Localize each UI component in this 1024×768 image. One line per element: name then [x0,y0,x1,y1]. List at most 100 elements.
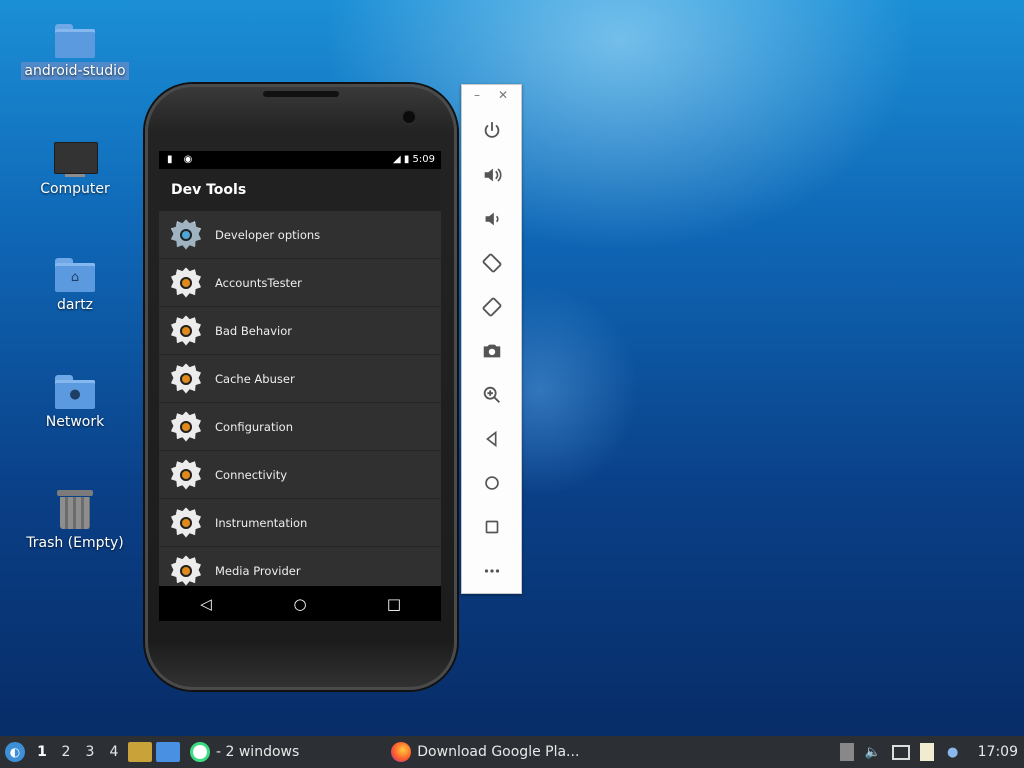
phone-camera [403,111,415,123]
android-status-bar: ▮ ◉ ◢ ▮ 5:09 [159,151,441,169]
status-right: ◢ ▮ 5:09 [392,154,435,165]
android-studio-icon [190,742,210,762]
camera-icon [483,344,500,358]
workspace-3[interactable]: 3 [78,744,102,760]
android-nav-bar: ◁ ○ □ [159,586,441,621]
dev-tool-gear-icon [171,267,201,298]
list-item-label: Configuration [215,419,293,434]
home-folder-icon: ⌂ [55,258,95,292]
list-item-label: Bad Behavior [215,323,292,338]
desktop-icon-trash[interactable]: Trash (Empty) [20,490,130,552]
list-item-label: AccountsTester [215,275,302,290]
list-item-cache-abuser[interactable]: Cache Abuser [159,355,441,403]
dev-tool-gear-icon [171,507,201,538]
zoom-button[interactable] [462,373,521,417]
network-icon[interactable] [891,744,910,760]
dev-tools-list: Developer options AccountsTester Bad Beh… [159,211,441,595]
desktop-icon-label: dartz [56,297,94,313]
workspace-2[interactable]: 2 [54,744,78,760]
taskbar: ◐ 1 2 3 4 - 2 windows Download Google Pl… [0,736,1024,768]
list-item-label: Developer options [215,227,321,242]
desktop-icon-label: Computer [40,181,110,197]
desktop-icon-label: Network [45,414,105,430]
notes-icon[interactable] [919,743,934,761]
dev-tool-gear-icon [171,459,201,490]
rotate-left-icon [482,253,501,273]
home-button[interactable] [462,461,521,505]
nav-home-icon[interactable]: ○ [280,595,320,613]
dev-tool-gear-icon [171,411,201,442]
list-item-configuration[interactable]: Configuration [159,403,441,451]
desktop-icon-label: android-studio [21,62,129,80]
firefox-icon [391,742,412,762]
desktop-icon-label: Trash (Empty) [26,535,124,551]
list-item-connectivity[interactable]: Connectivity [159,451,441,499]
rotate-right-button[interactable] [462,285,521,329]
emulator-toolbar: – ✕ [461,84,522,594]
list-item-label: Cache Abuser [215,371,295,386]
back-button[interactable] [462,417,521,461]
volume-up-button[interactable] [462,153,521,197]
workspace-1[interactable]: 1 [30,744,54,760]
volume-icon[interactable]: 🔈 [864,743,882,761]
clipboard-icon[interactable] [839,743,854,761]
dev-tool-gear-icon [171,555,201,586]
zoom-icon [483,386,500,403]
rotate-right-icon [482,297,501,317]
more-icon [484,569,499,573]
trash-icon [57,490,93,530]
nav-overview-icon[interactable]: □ [374,595,414,613]
start-menu-button[interactable]: ◐ [0,736,30,768]
home-icon [484,476,499,490]
list-item-label: Media Provider [215,563,301,578]
emulator-phone-frame: ▮ ◉ ◢ ▮ 5:09 Dev Tools Developer options… [145,84,457,690]
task-label: - 2 windows [216,744,300,760]
screenshot-button[interactable] [462,329,521,373]
list-item-label: Instrumentation [215,515,308,530]
task-android-emulator[interactable]: - 2 windows [190,742,299,762]
folder-icon [55,24,95,58]
volume-down-icon [485,212,499,226]
desktop-icon-dartz[interactable]: ⌂ dartz [20,258,130,314]
clock[interactable]: 17:09 [978,744,1018,760]
volume-up-icon [484,168,502,182]
task-label: Download Google Pla... [417,744,580,760]
network-folder-icon: ● [55,375,95,409]
power-icon [484,121,499,138]
desktop-icon-network[interactable]: ● Network [20,375,130,431]
task-firefox[interactable]: Download Google Pla... [391,742,579,762]
minimize-icon[interactable]: – [474,88,480,102]
back-icon [485,430,496,448]
desktop-icon-computer[interactable]: Computer [20,142,130,198]
close-icon[interactable]: ✕ [498,88,508,102]
settings-gear-icon [171,219,201,250]
more-button[interactable] [462,549,521,593]
system-tray: 🔈 ● 17:09 [839,736,1024,768]
app-title: Dev Tools [159,169,441,211]
update-notifier-icon[interactable]: ● [944,743,962,761]
list-item-instrumentation[interactable]: Instrumentation [159,499,441,547]
overview-button[interactable] [462,505,521,549]
dev-tool-gear-icon [171,363,201,394]
volume-down-button[interactable] [462,197,521,241]
overview-icon [485,520,498,534]
phone-speaker [263,91,339,97]
power-button[interactable] [462,109,521,153]
notification-icons: ▮ ◉ [167,154,197,165]
file-manager-launcher-icon[interactable] [128,742,152,762]
list-item-developer-options[interactable]: Developer options [159,211,441,259]
dev-tool-gear-icon [171,315,201,346]
computer-icon [54,142,98,177]
workspace-4[interactable]: 4 [102,744,126,760]
status-time: 5:09 [412,154,435,165]
nav-back-icon[interactable]: ◁ [186,595,226,613]
list-item-accounts-tester[interactable]: AccountsTester [159,259,441,307]
phone-screen[interactable]: ▮ ◉ ◢ ▮ 5:09 Dev Tools Developer options… [159,151,441,621]
desktop-icon-android-studio[interactable]: android-studio [20,24,130,80]
list-item-bad-behavior[interactable]: Bad Behavior [159,307,441,355]
show-desktop-icon[interactable] [156,742,180,762]
rotate-left-button[interactable] [462,241,521,285]
list-item-label: Connectivity [215,467,288,482]
lubuntu-logo-icon: ◐ [5,742,25,762]
emulator-toolbar-header: – ✕ [462,85,521,109]
